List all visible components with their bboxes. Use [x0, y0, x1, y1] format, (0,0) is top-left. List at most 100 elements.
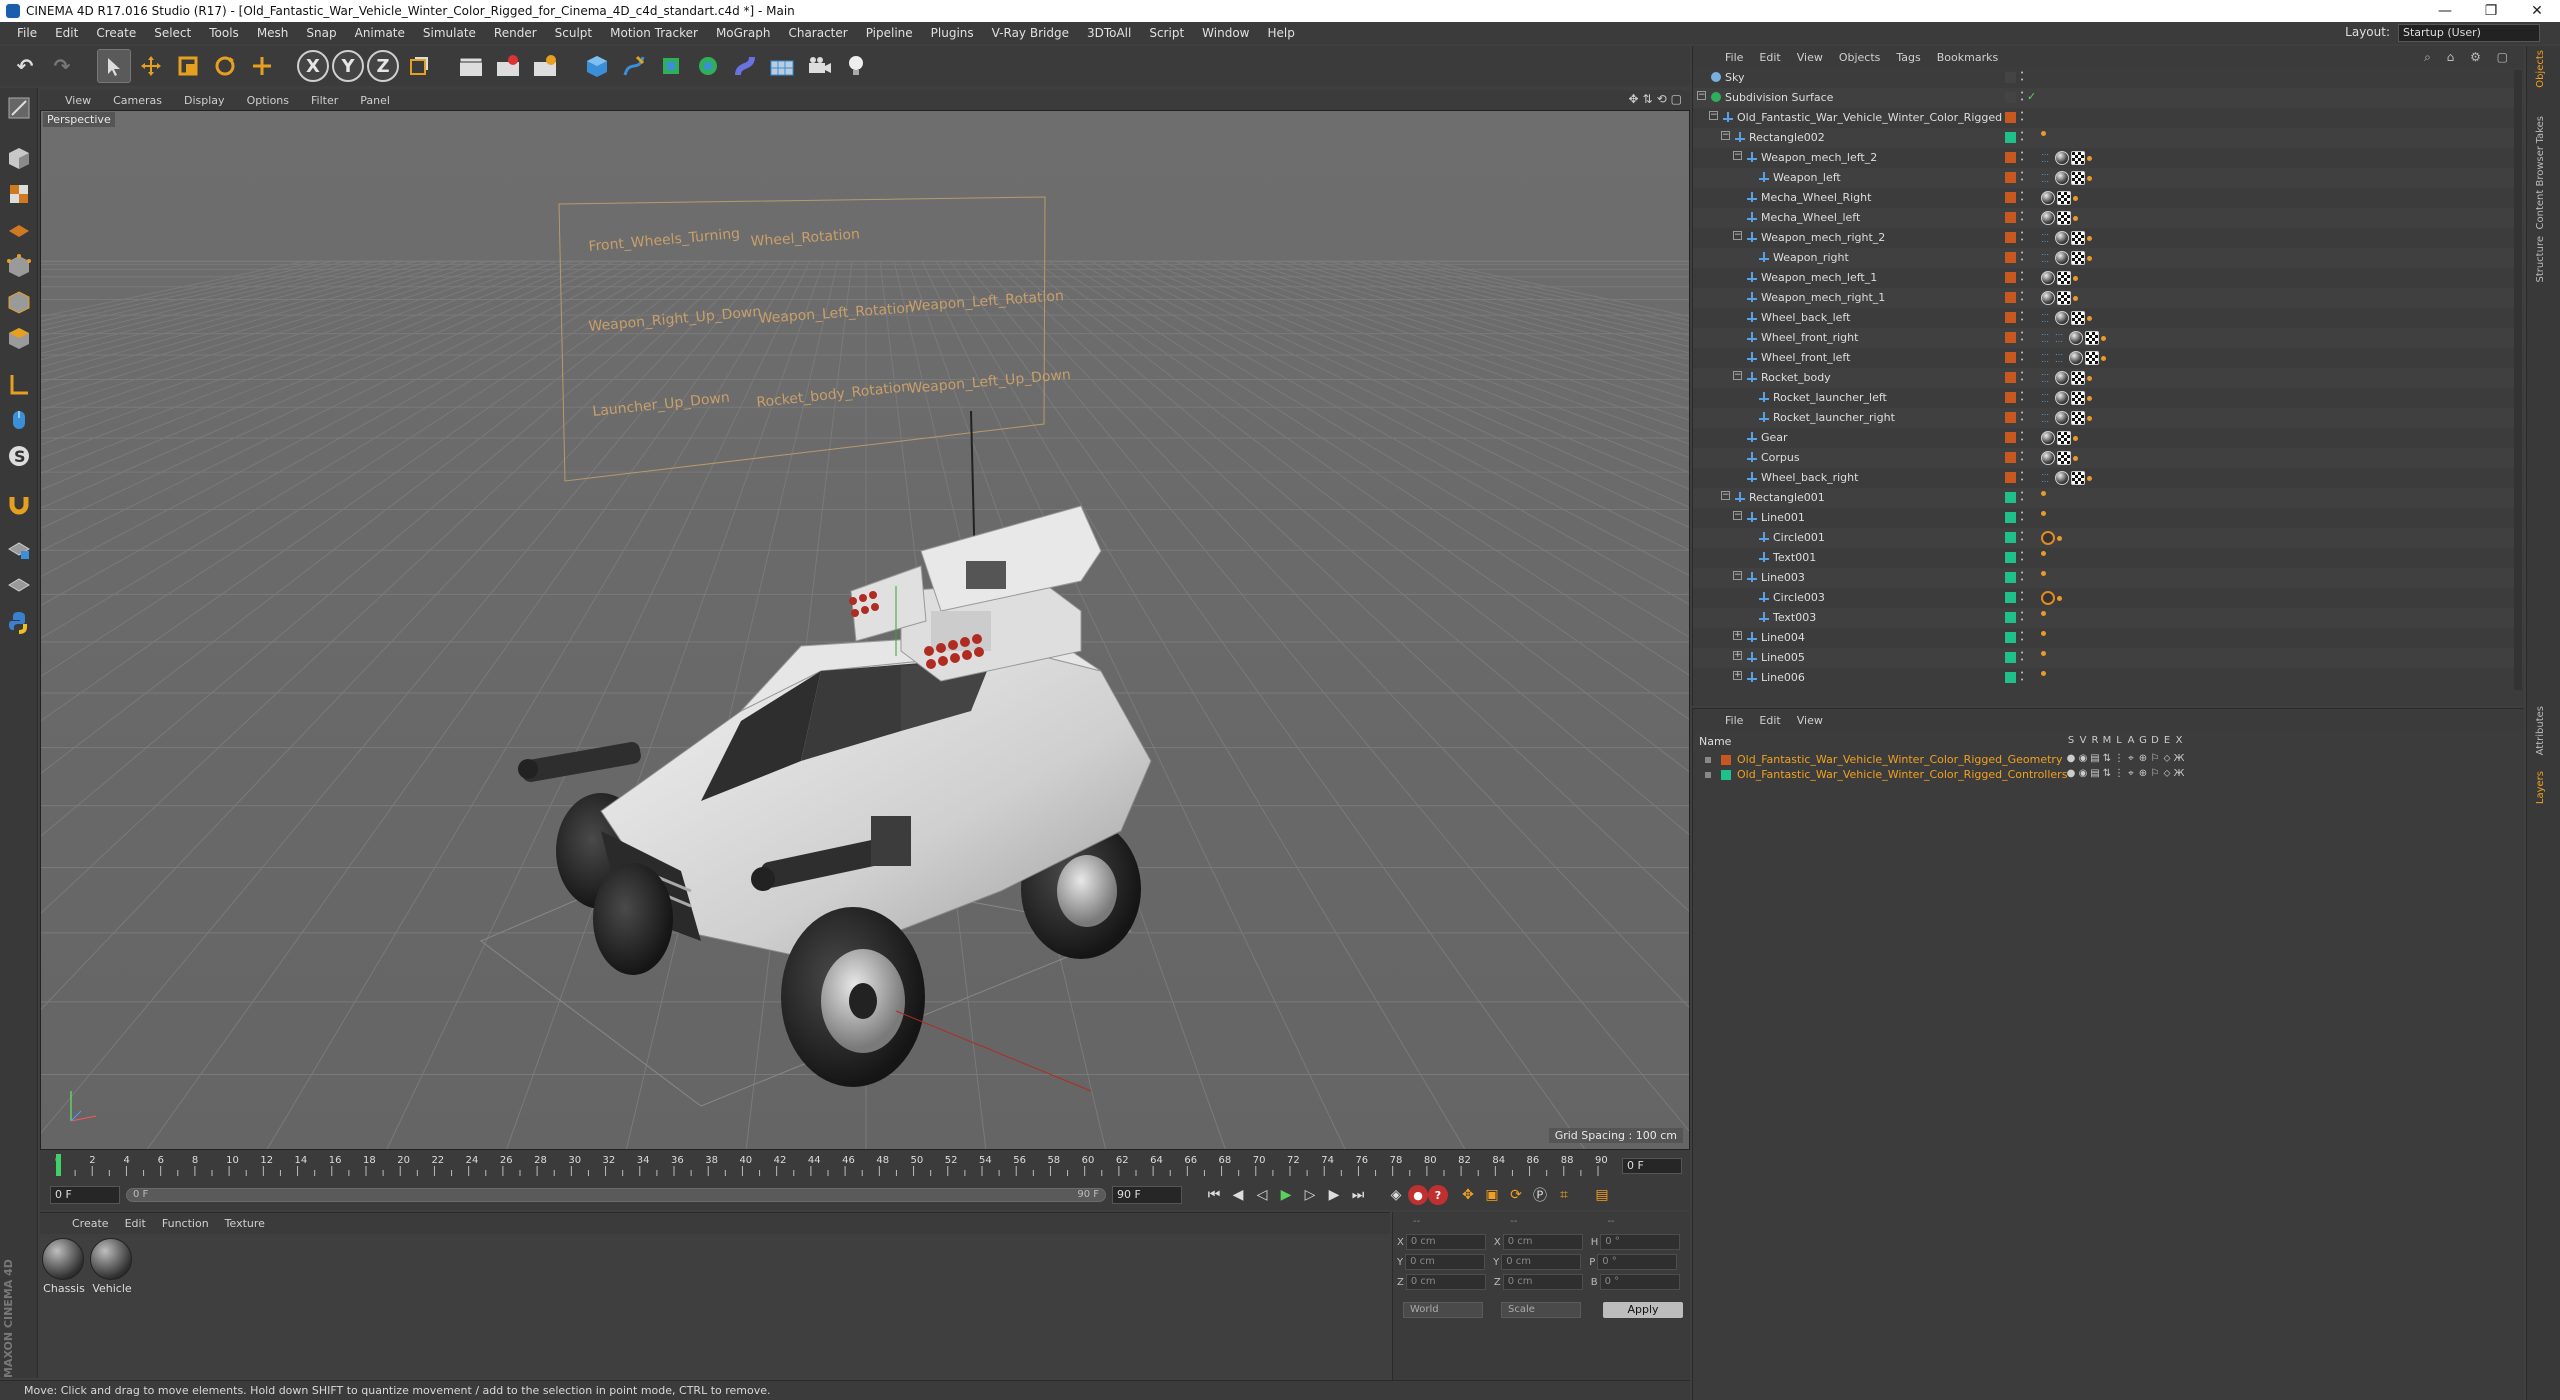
- layer-toggle-icon[interactable]: ●: [2065, 768, 2077, 779]
- constraint-tag-icon[interactable]: ⋯ ⋯: [2055, 331, 2067, 346]
- layer-color-swatch[interactable]: [2005, 452, 2016, 463]
- viewport-menu-panel[interactable]: Panel: [349, 94, 401, 107]
- tab-layers[interactable]: Layers: [2535, 771, 2546, 804]
- layer-color-swatch[interactable]: [2005, 272, 2016, 283]
- constraint-tag-icon[interactable]: ⋯ ⋯: [2041, 471, 2053, 486]
- object-menu-view[interactable]: View: [1789, 51, 1831, 64]
- expand-toggle[interactable]: +: [1733, 651, 1742, 660]
- material-tag-icon[interactable]: [2041, 291, 2055, 305]
- layer-row[interactable]: Old_Fantastic_War_Vehicle_Winter_Color_R…: [1693, 768, 2523, 782]
- material-menu-edit[interactable]: Edit: [117, 1217, 154, 1230]
- axis-mode-tool[interactable]: [3, 368, 35, 400]
- layer-color-swatch[interactable]: [2005, 412, 2016, 423]
- record-param-button[interactable]: Ⓟ: [1528, 1183, 1552, 1207]
- visibility-dots[interactable]: • •: [2020, 290, 2024, 304]
- add-spline-button[interactable]: [617, 49, 651, 83]
- texture-tag-icon[interactable]: [2071, 471, 2085, 485]
- expand-toggle[interactable]: −: [1733, 371, 1742, 380]
- material-tag-icon[interactable]: [2055, 471, 2069, 485]
- layer-toggle-icon[interactable]: ⇅: [2101, 753, 2113, 764]
- tweak-mode-tool[interactable]: [3, 404, 35, 436]
- menu-snap[interactable]: Snap: [297, 26, 345, 40]
- material-swatch[interactable]: Chassis: [42, 1238, 86, 1295]
- object-row[interactable]: + Line006 • •: [1693, 668, 2523, 688]
- position-field[interactable]: 0 cm: [1405, 1254, 1486, 1270]
- layout-dropdown[interactable]: Startup (User): [2398, 24, 2540, 42]
- texture-tag-icon[interactable]: [2057, 271, 2071, 285]
- material-tag-icon[interactable]: [2055, 251, 2069, 265]
- visibility-dots[interactable]: • •: [2020, 170, 2024, 184]
- maximize-button[interactable]: ❐: [2468, 0, 2514, 22]
- rotation-field[interactable]: 0 °: [1597, 1254, 1678, 1270]
- object-row[interactable]: − Line003 • •: [1693, 568, 2523, 588]
- constraint-tag-icon[interactable]: ⋯ ⋯: [2041, 411, 2053, 426]
- layer-menu-file[interactable]: File: [1717, 714, 1751, 727]
- layer-color-swatch[interactable]: [2005, 212, 2016, 223]
- material-tag-icon[interactable]: [2055, 391, 2069, 405]
- object-menu-bookmarks[interactable]: Bookmarks: [1929, 51, 2006, 64]
- menu-render[interactable]: Render: [485, 26, 546, 40]
- size-field[interactable]: 0 cm: [1502, 1274, 1583, 1290]
- object-manager-icons[interactable]: ⌕ ⌂ ⚙ ▢: [2424, 50, 2514, 65]
- constraint-tag-icon[interactable]: ⋯ ⋯: [2041, 151, 2053, 166]
- tab-structure[interactable]: Structure: [2535, 236, 2546, 283]
- current-frame-field[interactable]: 0 F: [1622, 1158, 1682, 1174]
- selection-tag-icon[interactable]: [2057, 535, 2062, 541]
- layer-color-swatch[interactable]: [2005, 172, 2016, 183]
- layer-toggle-icon[interactable]: ⇅: [2101, 768, 2113, 779]
- selection-tag-icon[interactable]: [2073, 275, 2078, 281]
- visibility-dots[interactable]: • •: [2020, 650, 2024, 664]
- edges-mode-tool[interactable]: [3, 286, 35, 318]
- object-row[interactable]: − Rocket_body • • ⋯ ⋯: [1693, 368, 2523, 388]
- texture-tag-icon[interactable]: [2071, 231, 2085, 245]
- visibility-dots[interactable]: • •: [2020, 230, 2024, 244]
- layer-color-swatch[interactable]: [2005, 652, 2016, 663]
- selection-tag-icon[interactable]: [2087, 475, 2092, 481]
- material-tag-icon[interactable]: [2055, 171, 2069, 185]
- workplane-mode-tool[interactable]: [3, 214, 35, 246]
- object-row[interactable]: Text001 • •: [1693, 548, 2523, 568]
- size-field[interactable]: 0 cm: [1502, 1234, 1583, 1250]
- python-script-tool[interactable]: [3, 606, 35, 638]
- object-menu-edit[interactable]: Edit: [1751, 51, 1788, 64]
- constraint-tag-icon[interactable]: ⋯ ⋯: [2041, 171, 2053, 186]
- object-row[interactable]: − Old_Fantastic_War_Vehicle_Winter_Color_…: [1693, 108, 2523, 128]
- viewport-menu-filter[interactable]: Filter: [300, 94, 349, 107]
- viewport-nav-icons[interactable]: ✥⇅⟲▢: [1628, 92, 1686, 106]
- layer-color-swatch[interactable]: [2005, 472, 2016, 483]
- visibility-dots[interactable]: • •: [2020, 450, 2024, 464]
- menu-simulate[interactable]: Simulate: [414, 26, 485, 40]
- object-row[interactable]: Text003 • •: [1693, 608, 2523, 628]
- add-nurbs-button[interactable]: [654, 49, 688, 83]
- material-menu-function[interactable]: Function: [154, 1217, 217, 1230]
- redo-button[interactable]: ↷: [45, 49, 79, 83]
- constraint-tag-icon[interactable]: ⋯ ⋯: [2041, 391, 2053, 406]
- texture-tag-icon[interactable]: [2085, 331, 2099, 345]
- next-key-button[interactable]: ▶: [1322, 1183, 1346, 1207]
- visibility-dots[interactable]: • •: [2020, 490, 2024, 504]
- layer-toggle-icon[interactable]: ⊕: [2137, 753, 2149, 764]
- object-row[interactable]: Circle001 • •: [1693, 528, 2523, 548]
- material-tag-icon[interactable]: [2069, 351, 2083, 365]
- playhead[interactable]: [56, 1154, 61, 1176]
- layer-toggle-icon[interactable]: ⊕: [2137, 768, 2149, 779]
- add-cube-button[interactable]: [580, 49, 614, 83]
- layer-toggle-icon[interactable]: ⌖: [2125, 768, 2137, 779]
- texture-tag-icon[interactable]: [2071, 311, 2085, 325]
- object-row[interactable]: Sky • •: [1693, 68, 2523, 88]
- rotation-field[interactable]: 0 °: [1599, 1274, 1680, 1290]
- object-row[interactable]: Rocket_launcher_right • • ⋯ ⋯: [1693, 408, 2523, 428]
- visibility-dots[interactable]: • •: [2020, 110, 2024, 124]
- visibility-dots[interactable]: • •: [2020, 310, 2024, 324]
- viewport-menu-view[interactable]: View: [54, 94, 102, 107]
- selection-tag-icon[interactable]: [2041, 651, 2046, 656]
- menu-script[interactable]: Script: [1140, 26, 1193, 40]
- selection-tag-icon[interactable]: [2087, 415, 2092, 421]
- visibility-dots[interactable]: • •: [2020, 630, 2024, 644]
- selection-tag-icon[interactable]: [2087, 395, 2092, 401]
- material-swatch[interactable]: Vehicle: [90, 1238, 134, 1295]
- material-tag-icon[interactable]: [2041, 211, 2055, 225]
- expand-toggle[interactable]: +: [1733, 631, 1742, 640]
- layer-color-swatch[interactable]: [2005, 372, 2016, 383]
- menu-animate[interactable]: Animate: [346, 26, 414, 40]
